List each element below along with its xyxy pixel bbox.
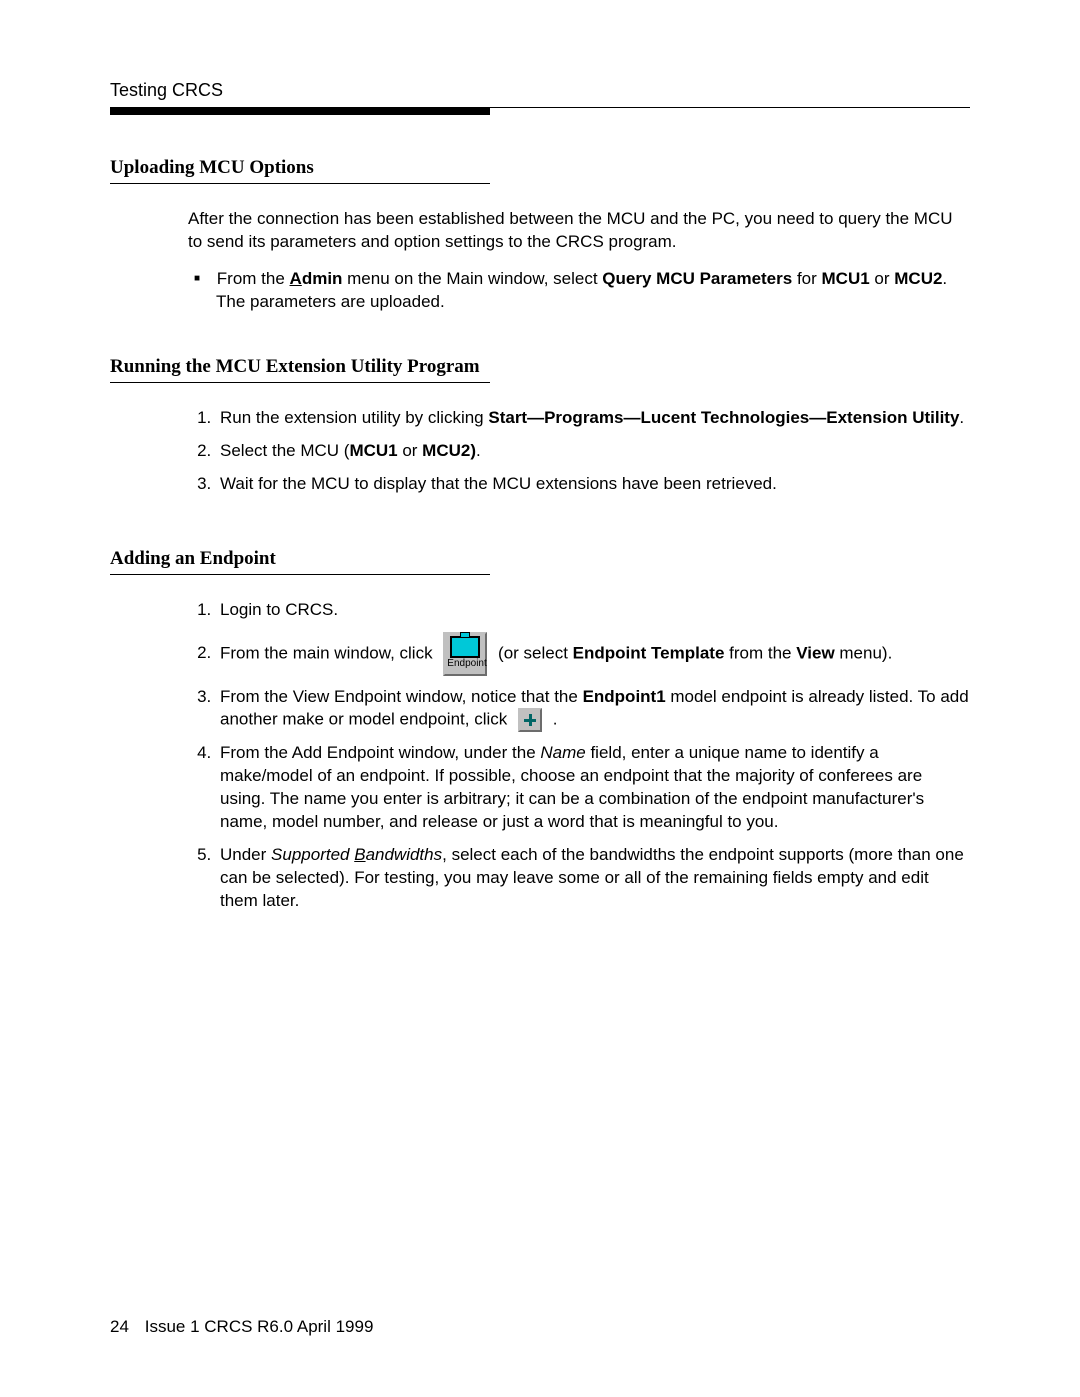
add-plus-icon[interactable] [518, 708, 542, 732]
text: From the View Endpoint window, notice th… [220, 687, 583, 706]
text: B [354, 845, 365, 864]
page-number: 24 [110, 1317, 140, 1337]
text: Under [220, 845, 271, 864]
header-thick-bar [110, 108, 490, 115]
text: — [527, 408, 544, 427]
list-item: Wait for the MCU to display that the MCU… [216, 473, 970, 496]
text: Programs [544, 408, 623, 427]
text: dmin [302, 269, 343, 288]
text: Supported [271, 845, 354, 864]
running-header: Testing CRCS [110, 80, 970, 101]
text: . [476, 441, 481, 460]
text: Lucent Technologies [640, 408, 809, 427]
text: View [796, 643, 834, 662]
section-heading-adding: Adding an Endpoint [110, 548, 284, 570]
text: MCU1 [822, 269, 870, 288]
section-body-running: Run the extension utility by clicking St… [188, 407, 970, 496]
bullet-item: From the Admin menu on the Main window, … [216, 268, 970, 314]
text: Select the MCU ( [220, 441, 349, 460]
list-item: Select the MCU (MCU1 or MCU2). [216, 440, 970, 463]
document-page: Testing CRCS Uploading MCU Options After… [0, 0, 1080, 1397]
heading-underline [110, 382, 490, 383]
text: or [870, 269, 895, 288]
text: Query MCU Parameters [602, 269, 792, 288]
list-item: Run the extension utility by clicking St… [216, 407, 970, 430]
heading-underline [110, 183, 490, 184]
text: (or select [498, 643, 573, 662]
list-item: Login to CRCS. [216, 599, 970, 622]
text: MCU2) [422, 441, 476, 460]
text: menu). [835, 643, 893, 662]
text: From the Add Endpoint window, under the [220, 743, 540, 762]
list-item: From the Add Endpoint window, under the … [216, 742, 970, 834]
icon-label: Endpoint [447, 658, 486, 669]
paragraph: After the connection has been establishe… [188, 208, 970, 254]
text: . [548, 710, 557, 729]
page-footer: 24 Issue 1 CRCS R6.0 April 1999 [110, 1317, 373, 1337]
text: Name [540, 743, 585, 762]
text: — [809, 408, 826, 427]
section-heading-uploading: Uploading MCU Options [110, 157, 322, 179]
list-item: From the View Endpoint window, notice th… [216, 686, 970, 733]
section-body-adding: Login to CRCS. From the main window, cli… [188, 599, 970, 913]
text: Start [488, 408, 527, 427]
text: MCU2 [894, 269, 942, 288]
text: Run the extension utility by clicking [220, 408, 488, 427]
text: Endpoint Template [573, 643, 725, 662]
section-heading-running: Running the MCU Extension Utility Progra… [110, 356, 488, 378]
text: From the main window, click [220, 643, 437, 662]
text: Extension Utility [826, 408, 959, 427]
heading-underline [110, 574, 490, 575]
text: — [623, 408, 640, 427]
list-item: Under Supported Bandwidths, select each … [216, 844, 970, 913]
text: A [290, 269, 302, 288]
footer-text: Issue 1 CRCS R6.0 April 1999 [145, 1317, 374, 1336]
text: andwidths [366, 845, 443, 864]
text: menu on the Main window, select [342, 269, 602, 288]
endpoint-toolbar-icon[interactable]: Endpoint [443, 632, 487, 676]
text: From the [217, 269, 290, 288]
text: or [398, 441, 423, 460]
text: for [792, 269, 821, 288]
text: MCU1 [349, 441, 397, 460]
section-body-uploading: After the connection has been establishe… [188, 208, 970, 314]
text: from the [724, 643, 796, 662]
text: . [959, 408, 964, 427]
text: Endpoint1 [583, 687, 666, 706]
list-item: From the main window, click Endpoint (or… [216, 632, 970, 676]
